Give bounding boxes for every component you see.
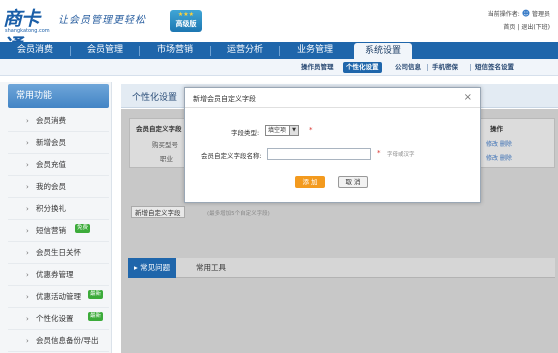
dialog-header: 新增会员自定义字段 × [185,88,480,108]
chevron-right-icon: › [26,117,29,125]
chevron-right-icon: › [26,227,29,235]
field-name-input[interactable] [267,148,371,160]
sidebar-item-label: 会员信息备份/导出 [36,336,99,345]
sidebar-item-new-member[interactable]: › 新增会员 [8,132,109,154]
brand-logo[interactable]: 商卡通 shangkatong.com [3,4,53,57]
edition-label: 高级版 [175,20,197,28]
new-badge: 最新 [88,290,104,299]
operator-name: 管理员 [531,11,550,18]
edition-stars-icon: ★★★ [177,11,195,18]
subnav-company-info[interactable]: 公司信息 [395,62,421,73]
field-type-label: 字段类型: [231,129,260,137]
sidebar-item-label: 新增会员 [36,138,66,147]
subnav-divider [427,64,428,71]
main-nav: 会员消费 会员管理 市场营销 运营分析 业务管理 系统设置 [0,42,558,59]
logo-domain: shangkatong.com [5,28,50,34]
chevron-right-icon: › [26,139,29,147]
page-title: 个性化设置 [132,93,178,103]
brand-slogan: 让会员管理更轻松 [58,15,146,26]
sidebar-item-label: 会员充值 [36,160,66,169]
subnav-personalization[interactable]: 个性化设置 [343,62,382,73]
chevron-down-icon: ▼ [289,126,298,135]
sidebar-item-sms-marketing[interactable]: › 短信营销 免费 [8,220,109,242]
chevron-right-icon: › [26,249,29,257]
nav-item-business[interactable]: 业务管理 [280,42,350,59]
sidebar-item-label: 个性化设置 [36,314,74,323]
table-header-ops: 操作 [490,125,503,133]
sidebar-item-personalization[interactable]: › 个性化设置 最新 [8,308,109,330]
required-mark: * [377,149,381,157]
sidebar-item-recharge[interactable]: › 会员充值 [8,154,109,176]
field-name-label: 会员自定义字段名称: [201,152,262,160]
topbar-divider: | [517,24,520,31]
chevron-right-icon: › [26,183,29,191]
add-field-dialog: 新增会员自定义字段 × 字段类型: 填空项 ▼ * 会员自定义字段名称: * 字… [184,87,481,203]
user-icon: ☻ [521,9,531,18]
add-button[interactable]: 添 加 [295,176,325,188]
nav-item-analytics[interactable]: 运营分析 [211,42,279,59]
chevron-right-icon: › [26,337,29,345]
field-type-value: 填空项 [268,127,287,134]
row-ops-links[interactable]: 修改 删除 [486,153,512,162]
free-badge: 免费 [75,224,91,233]
sidebar-item-label: 积分换礼 [36,204,66,213]
table-cell: 购买型号 [152,141,178,149]
nav-item-member-manage[interactable]: 会员管理 [71,42,139,59]
sub-nav: 操作员管理 个性化设置 公司信息 手机密保 短信签名设置 [0,59,558,76]
help-tabs: ▸ 常见问题 常用工具 [128,258,555,278]
user-panel: 当前操作者: ☻ 管理员 首页 | 退出(下班) [488,7,550,34]
sidebar-item-label: 会员生日关怀 [36,248,81,257]
table-header-field: 会员自定义字段 [136,125,182,133]
nav-item-member-consume[interactable]: 会员消费 [0,42,70,59]
field-name-hint: 字母或汉字 [387,152,415,158]
sidebar-item-birthday-care[interactable]: › 会员生日关怀 [8,242,109,264]
nav-item-marketing[interactable]: 市场营销 [140,42,210,59]
app-header: 商卡通 shangkatong.com 让会员管理更轻松 ★★★ 高级版 当前操… [0,0,558,57]
tab-label: 常见问题 [140,263,171,272]
logout-link[interactable]: 退出(下班) [521,24,550,31]
table-cell: 职业 [160,155,173,163]
sidebar-item-label: 会员消费 [36,116,66,125]
chevron-right-icon: › [26,315,29,323]
chevron-right-icon: › [26,293,29,301]
sidebar-item-label: 短信营销 [36,226,66,235]
add-field-note: (最多增加5个自定义字段) [207,211,270,217]
new-badge: 最新 [88,312,104,321]
subnav-operator-manage[interactable]: 操作员管理 [301,62,334,73]
row-ops-links[interactable]: 修改 删除 [486,139,512,148]
tab-tools[interactable]: 常用工具 [196,258,226,278]
sidebar-item-label: 优惠活动管理 [36,292,81,301]
dialog-title: 新增会员自定义字段 [193,95,256,103]
subnav-phone-security[interactable]: 手机密保 [432,62,458,73]
subnav-divider [470,64,471,71]
chevron-right-icon: › [26,161,29,169]
tab-faq[interactable]: ▸ 常见问题 [128,258,177,278]
sidebar-item-label: 优惠券管理 [36,270,74,279]
sidebar: 常用功能 › 会员消费 › 新增会员 › 会员充值 › 我的会员 › 积分换礼 … [0,82,112,353]
subnav-sms-signature[interactable]: 短信签名设置 [475,62,514,73]
sidebar-item-backup-export[interactable]: › 会员信息备份/导出 [8,330,109,352]
operator-label: 当前操作者: [487,11,520,18]
field-type-select[interactable]: 填空项 ▼ [265,125,299,136]
home-link[interactable]: 首页 [503,24,515,31]
sidebar-item-my-members[interactable]: › 我的会员 [8,176,109,198]
sidebar-item-promotions[interactable]: › 优惠活动管理 最新 [8,286,109,308]
chevron-right-icon: › [26,271,29,279]
chevron-right-icon: › [26,205,29,213]
nav-item-system-settings[interactable]: 系统设置 [354,43,412,59]
edition-badge: ★★★ 高级版 [170,10,202,32]
sidebar-item-points-gift[interactable]: › 积分换礼 [8,198,109,220]
sidebar-item-label: 我的会员 [36,182,66,191]
sidebar-item-coupons[interactable]: › 优惠券管理 [8,264,109,286]
cancel-button[interactable]: 取 消 [338,176,368,188]
add-custom-field-button[interactable]: 新增自定义字段 [131,206,185,218]
sidebar-item-member-consume[interactable]: › 会员消费 [8,110,109,132]
required-mark: * [309,126,313,134]
sidebar-title: 常用功能 [8,84,109,108]
close-icon[interactable]: × [464,92,472,103]
